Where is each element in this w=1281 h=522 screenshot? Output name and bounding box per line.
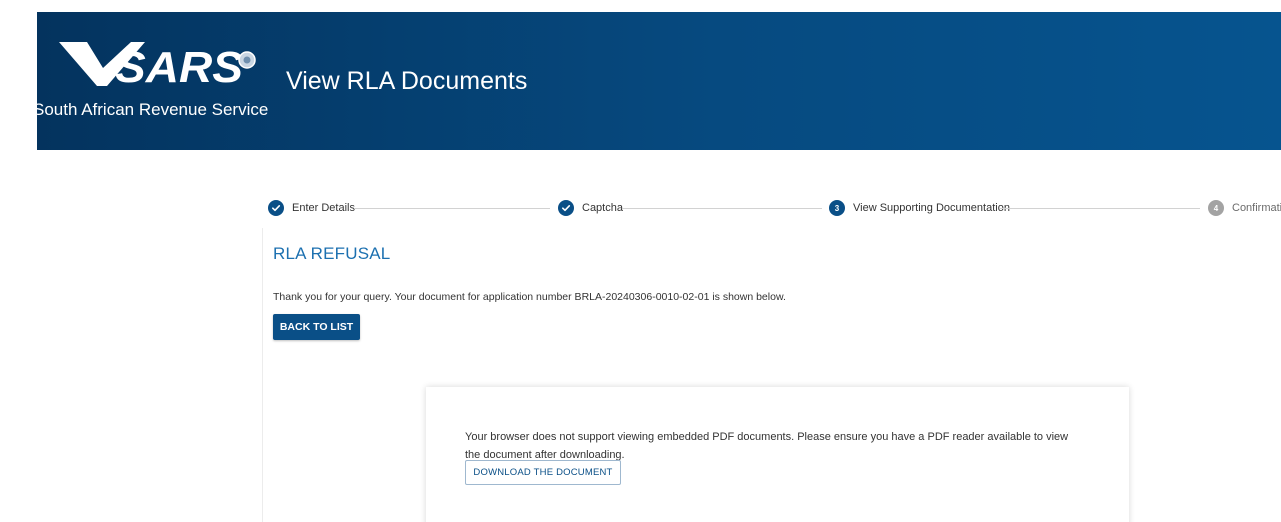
- sars-logo-mark: SARS: [59, 42, 256, 90]
- back-to-list-button[interactable]: BACK TO LIST: [273, 314, 360, 340]
- sars-logo[interactable]: SARS South African Revenue Service: [33, 12, 268, 150]
- page-header-title: View RLA Documents: [286, 67, 528, 95]
- step-confirmation: 4 Confirmatio: [1208, 196, 1281, 220]
- intro-text: Thank you for your query. Your document …: [273, 291, 786, 303]
- progress-stepper: Enter Details Captcha 3 View Supporting …: [262, 196, 1281, 220]
- step-connector: [622, 208, 822, 209]
- step-enter-details: Enter Details: [268, 196, 355, 220]
- step-connector: [354, 208, 550, 209]
- check-icon: [268, 200, 284, 216]
- step-label: Captcha: [582, 202, 623, 214]
- page-title: RLA REFUSAL: [273, 244, 391, 263]
- logo-subtitle: South African Revenue Service: [33, 100, 269, 119]
- pdf-unsupported-message: Your browser does not support viewing em…: [465, 428, 1105, 464]
- step-label: Confirmatio: [1232, 202, 1281, 214]
- step-captcha: Captcha: [558, 196, 623, 220]
- step-number-badge: 4: [1208, 200, 1224, 216]
- step-number-badge: 3: [829, 200, 845, 216]
- pdf-viewer-card: Your browser does not support viewing em…: [426, 387, 1129, 522]
- step-label: View Supporting Documentation: [853, 202, 1010, 214]
- step-label: Enter Details: [292, 202, 355, 214]
- step-connector: [1000, 208, 1200, 209]
- step-view-supporting-documentation: 3 View Supporting Documentation: [829, 196, 1010, 220]
- check-icon: [558, 200, 574, 216]
- pdf-message-line: Your browser does not support viewing em…: [465, 431, 1069, 443]
- sars-logo-text: SARS: [115, 43, 243, 90]
- download-document-button[interactable]: DOWNLOAD THE DOCUMENT: [465, 460, 621, 485]
- app-header: SARS South African Revenue Service View …: [33, 12, 1281, 150]
